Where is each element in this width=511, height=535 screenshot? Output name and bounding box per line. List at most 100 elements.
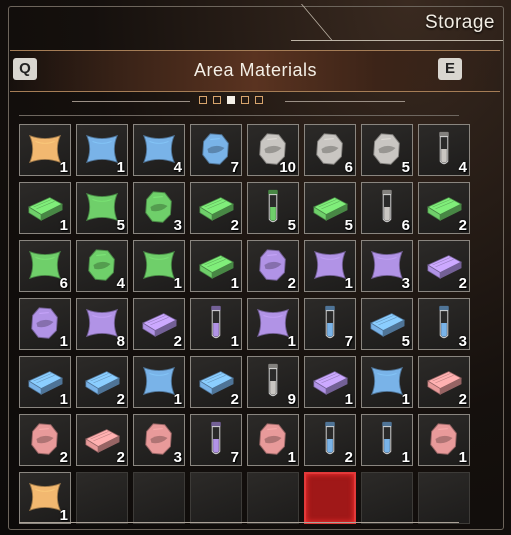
- item-quantity: 2: [458, 391, 467, 408]
- item-quantity: 5: [116, 217, 125, 234]
- inventory-slot[interactable]: 3: [133, 182, 185, 234]
- inventory-slot[interactable]: 1: [76, 124, 128, 176]
- inventory-slot[interactable]: 2: [304, 414, 356, 466]
- inventory-slot-empty[interactable]: [361, 472, 413, 524]
- inventory-slot[interactable]: 1: [361, 356, 413, 408]
- item-quantity: 2: [116, 449, 125, 466]
- storage-title: Storage: [424, 12, 495, 33]
- inventory-slot[interactable]: 2: [418, 182, 470, 234]
- item-quantity: 2: [230, 391, 239, 408]
- item-quantity: 4: [458, 159, 467, 176]
- inventory-slot[interactable]: 1: [19, 182, 71, 234]
- item-quantity: 1: [230, 333, 239, 350]
- inventory-slot[interactable]: 1: [304, 356, 356, 408]
- inventory-slot[interactable]: 1: [418, 414, 470, 466]
- inventory-slot-empty[interactable]: [133, 472, 185, 524]
- inventory-slot[interactable]: 1: [190, 240, 242, 292]
- item-quantity: 3: [173, 217, 182, 234]
- item-quantity: 5: [344, 217, 353, 234]
- inventory-slot[interactable]: 4: [133, 124, 185, 176]
- inventory-slot[interactable]: 7: [190, 124, 242, 176]
- page-indicator-line-right: [285, 101, 405, 102]
- inventory-slot[interactable]: 6: [361, 182, 413, 234]
- inventory-slot[interactable]: 1: [133, 240, 185, 292]
- inventory-slot[interactable]: 1: [304, 240, 356, 292]
- inventory-slot-empty[interactable]: [76, 472, 128, 524]
- inventory-slot[interactable]: 2: [76, 414, 128, 466]
- item-quantity: 7: [344, 333, 353, 350]
- item-quantity: 1: [287, 449, 296, 466]
- inventory-slot[interactable]: 3: [418, 298, 470, 350]
- inventory-grid: 1 1 4 7 10 6 5 4 1 5 3 2 5 5 6 2 6 4 1 1 2 1 3 2 1 8 2 1 1 7 5 3 1 2 1 2 9 1 1…: [19, 124, 470, 524]
- inventory-slot-empty[interactable]: [247, 472, 299, 524]
- inventory-slot[interactable]: 2: [418, 240, 470, 292]
- item-quantity: 1: [401, 391, 410, 408]
- inventory-slot-empty[interactable]: [190, 472, 242, 524]
- inventory-slot[interactable]: 5: [76, 182, 128, 234]
- item-quantity: 5: [401, 333, 410, 350]
- item-quantity: 2: [344, 449, 353, 466]
- page-dot-2[interactable]: [213, 96, 221, 104]
- item-quantity: 3: [401, 275, 410, 292]
- inventory-slot[interactable]: 10: [247, 124, 299, 176]
- item-quantity: 2: [230, 217, 239, 234]
- inventory-slot[interactable]: 5: [361, 124, 413, 176]
- inventory-slot[interactable]: 6: [304, 124, 356, 176]
- inventory-slot-empty[interactable]: [418, 472, 470, 524]
- inventory-slot[interactable]: 1: [19, 124, 71, 176]
- inventory-slot[interactable]: 2: [418, 356, 470, 408]
- inventory-slot[interactable]: 2: [190, 182, 242, 234]
- inventory-slot[interactable]: 1: [19, 298, 71, 350]
- item-quantity: 3: [458, 333, 467, 350]
- page-dot-1[interactable]: [199, 96, 207, 104]
- page-dot-3[interactable]: [227, 96, 235, 104]
- inventory-slot[interactable]: 1: [361, 414, 413, 466]
- page-indicator: [199, 96, 269, 106]
- item-quantity: 2: [173, 333, 182, 350]
- inventory-slot[interactable]: 3: [133, 414, 185, 466]
- item-quantity: 9: [287, 391, 296, 408]
- inventory-slot[interactable]: 5: [247, 182, 299, 234]
- inventory-slot[interactable]: 3: [361, 240, 413, 292]
- inventory-slot[interactable]: 2: [190, 356, 242, 408]
- inventory-slot[interactable]: 2: [76, 356, 128, 408]
- grid-bottom-divider: [19, 522, 459, 523]
- inventory-slot[interactable]: 8: [76, 298, 128, 350]
- category-title: Area Materials: [193, 60, 318, 80]
- inventory-slot[interactable]: 2: [133, 298, 185, 350]
- item-quantity: 6: [401, 217, 410, 234]
- inventory-slot[interactable]: 2: [247, 240, 299, 292]
- inventory-slot[interactable]: 1: [19, 356, 71, 408]
- inventory-slot[interactable]: 6: [19, 240, 71, 292]
- inventory-slot[interactable]: 2: [19, 414, 71, 466]
- inventory-slot[interactable]: 1: [247, 414, 299, 466]
- next-category-key[interactable]: E: [438, 58, 462, 80]
- item-quantity: 2: [116, 391, 125, 408]
- item-quantity: 8: [116, 333, 125, 350]
- page-dot-5[interactable]: [255, 96, 263, 104]
- inventory-slot[interactable]: 1: [19, 472, 71, 524]
- inventory-slot[interactable]: 9: [247, 356, 299, 408]
- item-quantity: 1: [59, 391, 68, 408]
- inventory-slot[interactable]: 1: [133, 356, 185, 408]
- inventory-slot[interactable]: 7: [190, 414, 242, 466]
- page-dot-4[interactable]: [241, 96, 249, 104]
- inventory-slot[interactable]: 5: [304, 182, 356, 234]
- item-quantity: 3: [173, 449, 182, 466]
- inventory-slot[interactable]: 7: [304, 298, 356, 350]
- inventory-slot[interactable]: 1: [190, 298, 242, 350]
- inventory-slot[interactable]: 4: [76, 240, 128, 292]
- inventory-slot-selected[interactable]: [304, 472, 356, 524]
- item-quantity: 5: [287, 217, 296, 234]
- item-quantity: 1: [344, 391, 353, 408]
- item-quantity: 2: [458, 217, 467, 234]
- item-quantity: 1: [59, 217, 68, 234]
- item-quantity: 1: [173, 391, 182, 408]
- inventory-slot[interactable]: 1: [247, 298, 299, 350]
- inventory-slot[interactable]: 4: [418, 124, 470, 176]
- item-quantity: 1: [344, 275, 353, 292]
- item-quantity: 7: [230, 449, 239, 466]
- item-quantity: 5: [401, 159, 410, 176]
- inventory-slot[interactable]: 5: [361, 298, 413, 350]
- item-quantity: 1: [401, 449, 410, 466]
